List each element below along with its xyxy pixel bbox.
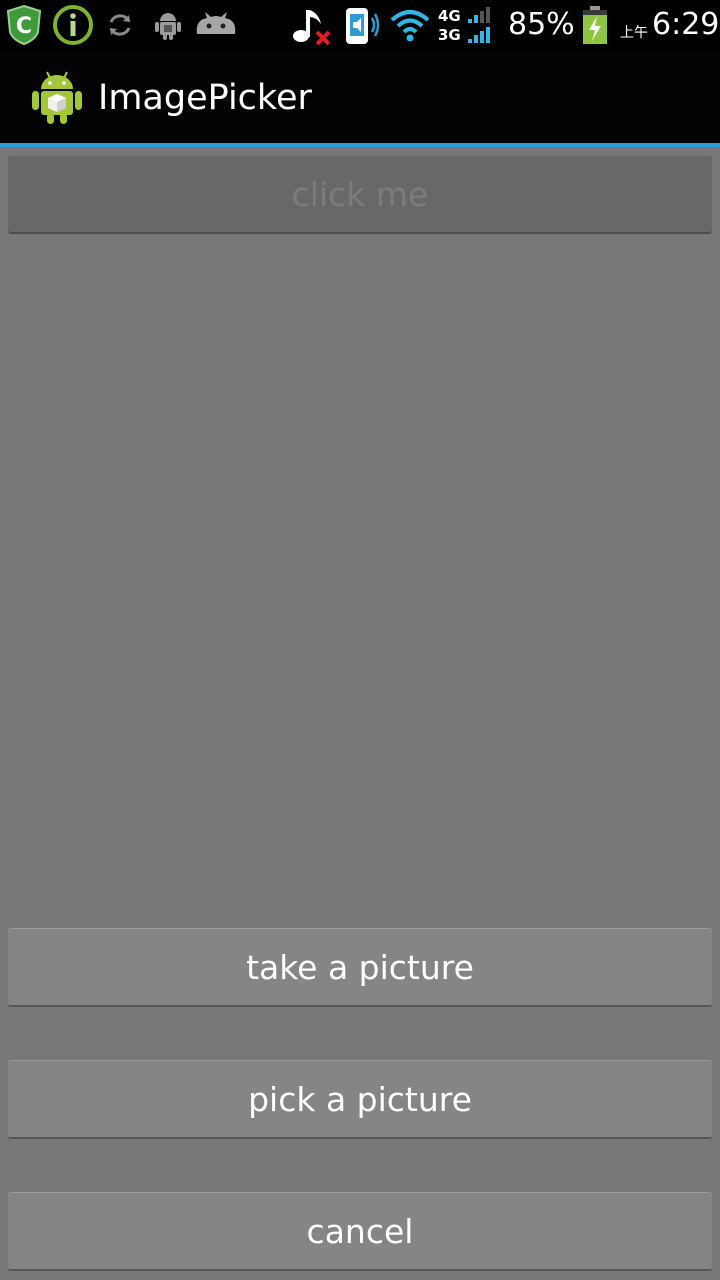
pick-picture-label: pick a picture	[248, 1079, 472, 1119]
android-app-icon	[30, 68, 84, 126]
shield-c-icon: C	[4, 0, 44, 50]
battery-charging-icon	[578, 0, 612, 50]
svg-text:C: C	[16, 14, 32, 39]
screen: C 4G 3G 85% 上午 6:29 ImagePicker click me…	[0, 0, 720, 1280]
network-type-top: 4G	[438, 7, 461, 25]
pick-picture-button[interactable]: pick a picture	[8, 1060, 712, 1139]
take-picture-label: take a picture	[246, 947, 474, 987]
network-type-bottom: 3G	[438, 26, 461, 44]
battery-percent: 85%	[508, 7, 575, 42]
clock-time: 6:29	[652, 7, 720, 42]
cancel-label: cancel	[306, 1211, 414, 1251]
wifi-icon	[388, 0, 432, 50]
take-picture-button[interactable]: take a picture	[8, 928, 712, 1007]
sync-icon	[102, 0, 138, 50]
android-debug-icon	[150, 0, 186, 50]
cloud-bot-icon	[192, 0, 240, 50]
action-bar-divider	[0, 143, 720, 147]
info-icon	[50, 0, 96, 50]
status-bar: C 4G 3G 85% 上午 6:29	[0, 0, 720, 50]
action-bar: ImagePicker	[0, 50, 720, 143]
cancel-button[interactable]: cancel	[8, 1192, 712, 1271]
click-me-button: click me	[8, 155, 712, 234]
cellular-signal-icon	[464, 0, 500, 50]
phone-speaker-icon	[340, 0, 384, 50]
app-title: ImagePicker	[98, 78, 312, 118]
music-muted-icon	[288, 0, 336, 50]
click-me-label: click me	[291, 174, 429, 214]
